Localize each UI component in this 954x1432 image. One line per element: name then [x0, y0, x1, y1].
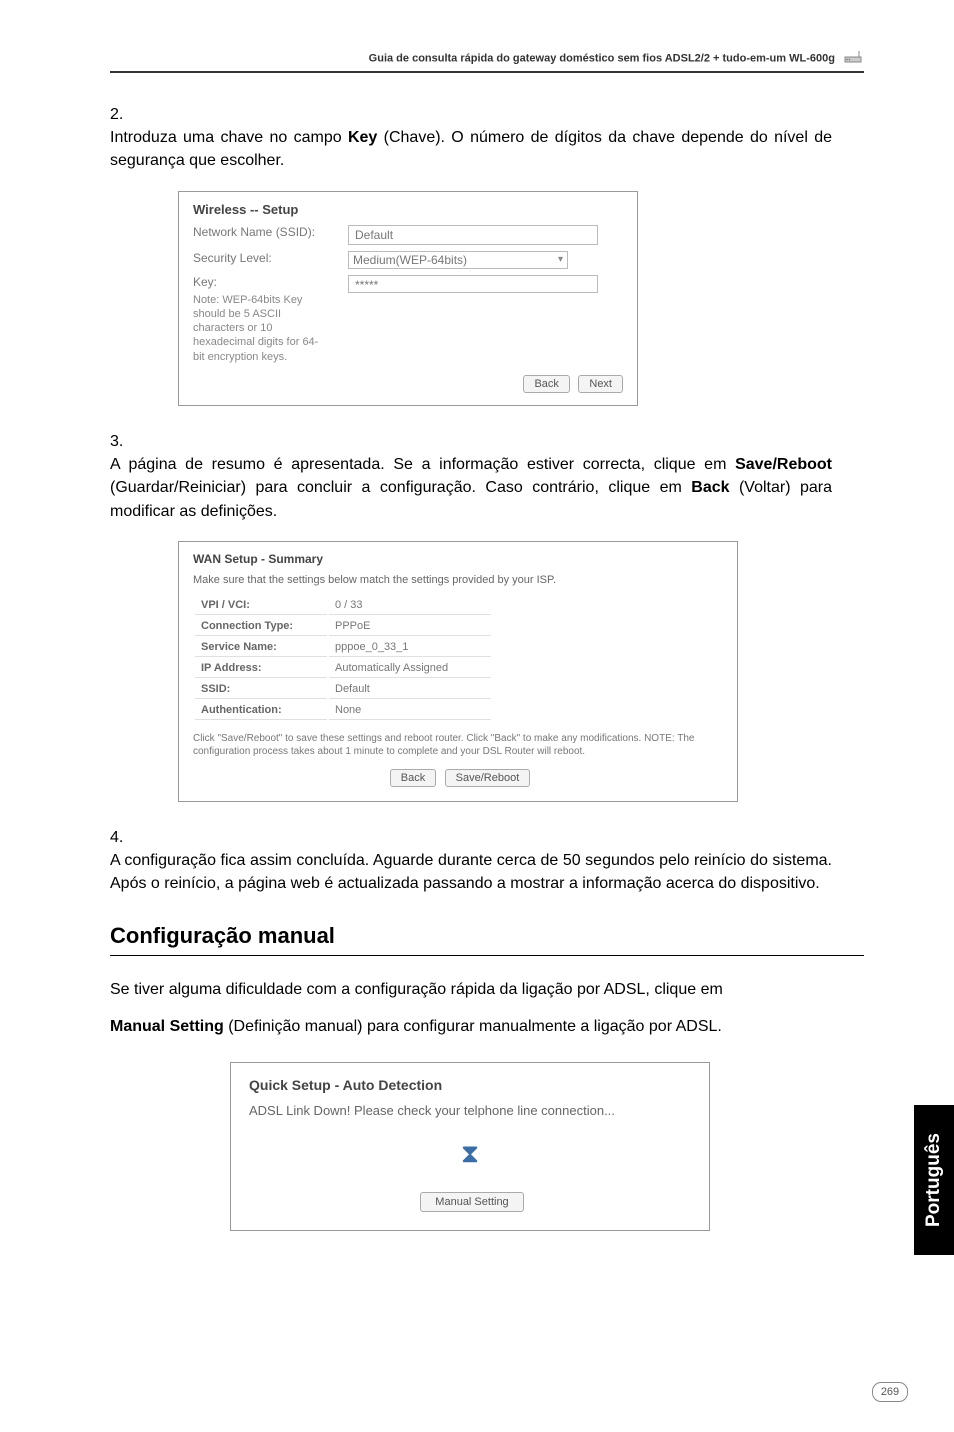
- step-2: 2. Introduza uma chave no campo Key (Cha…: [110, 103, 864, 173]
- section-title: Configuração manual: [110, 923, 864, 956]
- step-4: 4. A configuração fica assim concluída. …: [110, 826, 864, 896]
- step-2-body: Introduza uma chave no campo Key (Chave)…: [110, 126, 832, 172]
- router-icon: [844, 50, 864, 67]
- ssid-label: Network Name (SSID):: [193, 225, 348, 239]
- paragraph-1: Se tiver alguma dificuldade com a config…: [110, 978, 864, 1003]
- page-header: Guia de consulta rápida do gateway domés…: [110, 50, 864, 73]
- quick-setup-panel: Quick Setup - Auto Detection ADSL Link D…: [230, 1062, 710, 1231]
- back-button[interactable]: Back: [523, 375, 569, 393]
- wireless-setup-panel: Wireless -- Setup Network Name (SSID): D…: [178, 191, 638, 406]
- step-3-body: A página de resumo é apresentada. Se a i…: [110, 453, 832, 523]
- step-2-number: 2.: [110, 103, 138, 126]
- table-row: SSID:Default: [195, 680, 491, 699]
- paragraph-2: Manual Setting (Definição manual) para c…: [110, 1015, 864, 1040]
- table-row: Connection Type:PPPoE: [195, 617, 491, 636]
- step-4-body: A configuração fica assim concluída. Agu…: [110, 849, 832, 895]
- next-button[interactable]: Next: [578, 375, 623, 393]
- key-note: Note: WEP-64bits Key should be 5 ASCII c…: [193, 293, 323, 364]
- step-3-number: 3.: [110, 430, 138, 453]
- key-label: Key:: [193, 275, 348, 289]
- table-row: Service Name:pppoe_0_33_1: [195, 638, 491, 657]
- security-level-label: Security Level:: [193, 251, 348, 265]
- security-level-select[interactable]: Medium(WEP-64bits) ▾: [348, 251, 568, 269]
- table-row: VPI / VCI:0 / 33: [195, 596, 491, 615]
- table-row: IP Address:Automatically Assigned: [195, 659, 491, 678]
- summary-note: Click "Save/Reboot" to save these settin…: [193, 732, 723, 758]
- hourglass-icon: ⧗: [249, 1138, 691, 1170]
- chevron-down-icon: ▾: [558, 254, 563, 265]
- save-reboot-button[interactable]: Save/Reboot: [445, 769, 531, 787]
- page-number: 269: [872, 1382, 908, 1402]
- summary-table: VPI / VCI:0 / 33 Connection Type:PPPoE S…: [193, 594, 493, 722]
- step-4-number: 4.: [110, 826, 138, 849]
- wan-summary-panel: WAN Setup - Summary Make sure that the s…: [178, 541, 738, 802]
- header-text: Guia de consulta rápida do gateway domés…: [369, 52, 835, 64]
- step-3: 3. A página de resumo é apresentada. Se …: [110, 430, 864, 523]
- panel-title: Wireless -- Setup: [193, 202, 623, 217]
- summary-title: WAN Setup - Summary: [193, 552, 723, 566]
- quick-setup-title: Quick Setup - Auto Detection: [249, 1077, 691, 1093]
- summary-desc: Make sure that the settings below match …: [193, 574, 723, 586]
- language-tab: Português: [914, 1105, 954, 1255]
- table-row: Authentication:None: [195, 701, 491, 720]
- manual-setting-button[interactable]: Manual Setting: [420, 1192, 523, 1212]
- quick-setup-message: ADSL Link Down! Please check your telpho…: [249, 1103, 691, 1118]
- key-input[interactable]: *****: [348, 275, 598, 293]
- ssid-input[interactable]: Default: [348, 225, 598, 245]
- back-button[interactable]: Back: [390, 769, 436, 787]
